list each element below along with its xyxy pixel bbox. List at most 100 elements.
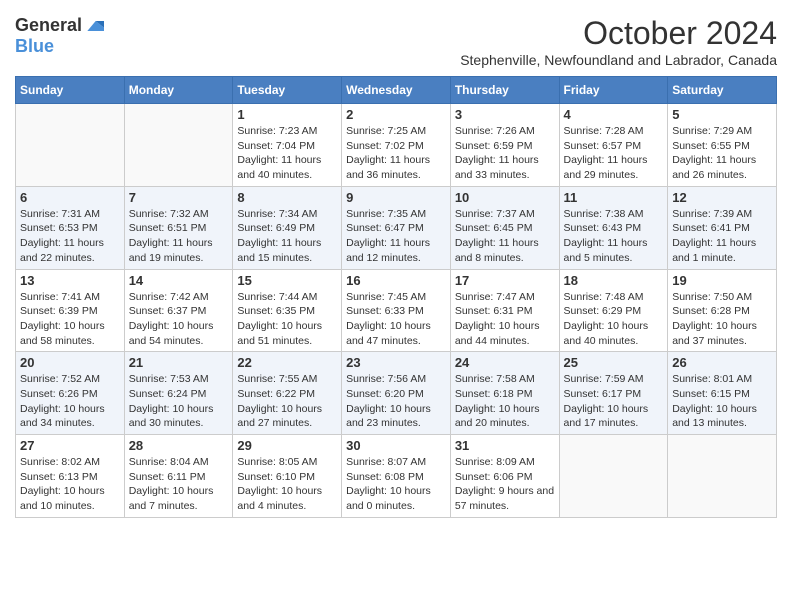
- calendar-cell: 15 Sunrise: 7:44 AMSunset: 6:35 PMDayligh…: [233, 269, 342, 352]
- calendar-week-row: 27 Sunrise: 8:02 AMSunset: 6:13 PMDayligh…: [16, 435, 777, 518]
- day-number: 27: [20, 438, 120, 453]
- weekday-header-wednesday: Wednesday: [342, 77, 451, 104]
- day-number: 30: [346, 438, 446, 453]
- day-number: 14: [129, 273, 229, 288]
- day-number: 20: [20, 355, 120, 370]
- day-number: 8: [237, 190, 337, 205]
- day-number: 10: [455, 190, 555, 205]
- day-number: 7: [129, 190, 229, 205]
- day-info: Sunrise: 8:01 AMSunset: 6:15 PMDaylight:…: [672, 372, 772, 431]
- day-number: 1: [237, 107, 337, 122]
- location-subtitle: Stephenville, Newfoundland and Labrador,…: [460, 52, 777, 68]
- day-info: Sunrise: 7:38 AMSunset: 6:43 PMDaylight:…: [564, 207, 664, 266]
- calendar-cell: 12 Sunrise: 7:39 AMSunset: 6:41 PMDayligh…: [668, 186, 777, 269]
- calendar-cell: 6Sunrise: 7:31 AMSunset: 6:53 PMDaylight…: [16, 186, 125, 269]
- day-info: Sunrise: 7:28 AMSunset: 6:57 PMDaylight:…: [564, 124, 664, 183]
- calendar-cell: 3 Sunrise: 7:26 AMSunset: 6:59 PMDaylight…: [450, 104, 559, 187]
- calendar-week-row: 6Sunrise: 7:31 AMSunset: 6:53 PMDaylight…: [16, 186, 777, 269]
- day-info: Sunrise: 7:32 AMSunset: 6:51 PMDaylight:…: [129, 207, 229, 266]
- calendar-cell: 27 Sunrise: 8:02 AMSunset: 6:13 PMDayligh…: [16, 435, 125, 518]
- calendar-cell: 31 Sunrise: 8:09 AMSunset: 6:06 PMDayligh…: [450, 435, 559, 518]
- calendar-cell: 10 Sunrise: 7:37 AMSunset: 6:45 PMDayligh…: [450, 186, 559, 269]
- day-info: Sunrise: 8:04 AMSunset: 6:11 PMDaylight:…: [129, 455, 229, 514]
- day-info: Sunrise: 7:37 AMSunset: 6:45 PMDaylight:…: [455, 207, 555, 266]
- day-number: 18: [564, 273, 664, 288]
- day-info: Sunrise: 8:09 AMSunset: 6:06 PMDaylight:…: [455, 455, 555, 514]
- day-number: 23: [346, 355, 446, 370]
- day-info: Sunrise: 7:55 AMSunset: 6:22 PMDaylight:…: [237, 372, 337, 431]
- day-info: Sunrise: 7:48 AMSunset: 6:29 PMDaylight:…: [564, 290, 664, 349]
- weekday-header-monday: Monday: [124, 77, 233, 104]
- day-number: 15: [237, 273, 337, 288]
- day-number: 9: [346, 190, 446, 205]
- day-number: 19: [672, 273, 772, 288]
- day-info: Sunrise: 7:42 AMSunset: 6:37 PMDaylight:…: [129, 290, 229, 349]
- calendar-cell: 16 Sunrise: 7:45 AMSunset: 6:33 PMDayligh…: [342, 269, 451, 352]
- day-number: 31: [455, 438, 555, 453]
- day-info: Sunrise: 7:52 AMSunset: 6:26 PMDaylight:…: [20, 372, 120, 431]
- calendar-week-row: 1 Sunrise: 7:23 AMSunset: 7:04 PMDaylight…: [16, 104, 777, 187]
- calendar-cell: 20 Sunrise: 7:52 AMSunset: 6:26 PMDayligh…: [16, 352, 125, 435]
- day-number: 17: [455, 273, 555, 288]
- logo-icon: [84, 16, 104, 36]
- calendar-cell: 2 Sunrise: 7:25 AMSunset: 7:02 PMDaylight…: [342, 104, 451, 187]
- calendar-cell: 29Sunrise: 8:05 AMSunset: 6:10 PMDayligh…: [233, 435, 342, 518]
- logo-blue-text: Blue: [15, 36, 54, 57]
- calendar-cell: 19 Sunrise: 7:50 AMSunset: 6:28 PMDayligh…: [668, 269, 777, 352]
- calendar-week-row: 20 Sunrise: 7:52 AMSunset: 6:26 PMDayligh…: [16, 352, 777, 435]
- calendar-table: SundayMondayTuesdayWednesdayThursdayFrid…: [15, 76, 777, 518]
- title-area: October 2024 Stephenville, Newfoundland …: [460, 15, 777, 68]
- month-title: October 2024: [460, 15, 777, 52]
- day-info: Sunrise: 8:05 AMSunset: 6:10 PMDaylight:…: [237, 455, 337, 514]
- day-info: Sunrise: 7:45 AMSunset: 6:33 PMDaylight:…: [346, 290, 446, 349]
- page-header: General Blue October 2024 Stephenville, …: [15, 15, 777, 68]
- day-info: Sunrise: 7:41 AMSunset: 6:39 PMDaylight:…: [20, 290, 120, 349]
- weekday-header-row: SundayMondayTuesdayWednesdayThursdayFrid…: [16, 77, 777, 104]
- calendar-cell: 23 Sunrise: 7:56 AMSunset: 6:20 PMDayligh…: [342, 352, 451, 435]
- day-info: Sunrise: 7:59 AMSunset: 6:17 PMDaylight:…: [564, 372, 664, 431]
- calendar-cell: [668, 435, 777, 518]
- day-number: 16: [346, 273, 446, 288]
- calendar-cell: 18 Sunrise: 7:48 AMSunset: 6:29 PMDayligh…: [559, 269, 668, 352]
- day-info: Sunrise: 7:44 AMSunset: 6:35 PMDaylight:…: [237, 290, 337, 349]
- day-number: 2: [346, 107, 446, 122]
- day-info: Sunrise: 7:58 AMSunset: 6:18 PMDaylight:…: [455, 372, 555, 431]
- calendar-cell: [16, 104, 125, 187]
- day-info: Sunrise: 7:25 AMSunset: 7:02 PMDaylight:…: [346, 124, 446, 183]
- day-number: 25: [564, 355, 664, 370]
- calendar-cell: 28Sunrise: 8:04 AMSunset: 6:11 PMDayligh…: [124, 435, 233, 518]
- day-number: 3: [455, 107, 555, 122]
- calendar-cell: 9 Sunrise: 7:35 AMSunset: 6:47 PMDaylight…: [342, 186, 451, 269]
- calendar-cell: 1 Sunrise: 7:23 AMSunset: 7:04 PMDaylight…: [233, 104, 342, 187]
- weekday-header-tuesday: Tuesday: [233, 77, 342, 104]
- day-number: 4: [564, 107, 664, 122]
- day-info: Sunrise: 7:39 AMSunset: 6:41 PMDaylight:…: [672, 207, 772, 266]
- day-number: 22: [237, 355, 337, 370]
- day-info: Sunrise: 7:23 AMSunset: 7:04 PMDaylight:…: [237, 124, 337, 183]
- weekday-header-sunday: Sunday: [16, 77, 125, 104]
- day-info: Sunrise: 8:02 AMSunset: 6:13 PMDaylight:…: [20, 455, 120, 514]
- calendar-cell: 13Sunrise: 7:41 AMSunset: 6:39 PMDayligh…: [16, 269, 125, 352]
- calendar-cell: 17 Sunrise: 7:47 AMSunset: 6:31 PMDayligh…: [450, 269, 559, 352]
- day-info: Sunrise: 7:35 AMSunset: 6:47 PMDaylight:…: [346, 207, 446, 266]
- day-info: Sunrise: 7:47 AMSunset: 6:31 PMDaylight:…: [455, 290, 555, 349]
- calendar-cell: 21 Sunrise: 7:53 AMSunset: 6:24 PMDayligh…: [124, 352, 233, 435]
- day-number: 5: [672, 107, 772, 122]
- day-info: Sunrise: 7:26 AMSunset: 6:59 PMDaylight:…: [455, 124, 555, 183]
- day-info: Sunrise: 7:53 AMSunset: 6:24 PMDaylight:…: [129, 372, 229, 431]
- calendar-cell: 25 Sunrise: 7:59 AMSunset: 6:17 PMDayligh…: [559, 352, 668, 435]
- weekday-header-thursday: Thursday: [450, 77, 559, 104]
- weekday-header-saturday: Saturday: [668, 77, 777, 104]
- day-number: 21: [129, 355, 229, 370]
- logo-general-text: General: [15, 15, 82, 36]
- day-number: 26: [672, 355, 772, 370]
- day-number: 12: [672, 190, 772, 205]
- day-number: 24: [455, 355, 555, 370]
- day-info: Sunrise: 7:29 AMSunset: 6:55 PMDaylight:…: [672, 124, 772, 183]
- calendar-cell: 14 Sunrise: 7:42 AMSunset: 6:37 PMDayligh…: [124, 269, 233, 352]
- day-info: Sunrise: 7:34 AMSunset: 6:49 PMDaylight:…: [237, 207, 337, 266]
- day-info: Sunrise: 7:56 AMSunset: 6:20 PMDaylight:…: [346, 372, 446, 431]
- day-info: Sunrise: 7:50 AMSunset: 6:28 PMDaylight:…: [672, 290, 772, 349]
- calendar-cell: 7 Sunrise: 7:32 AMSunset: 6:51 PMDaylight…: [124, 186, 233, 269]
- day-info: Sunrise: 7:31 AMSunset: 6:53 PMDaylight:…: [20, 207, 120, 266]
